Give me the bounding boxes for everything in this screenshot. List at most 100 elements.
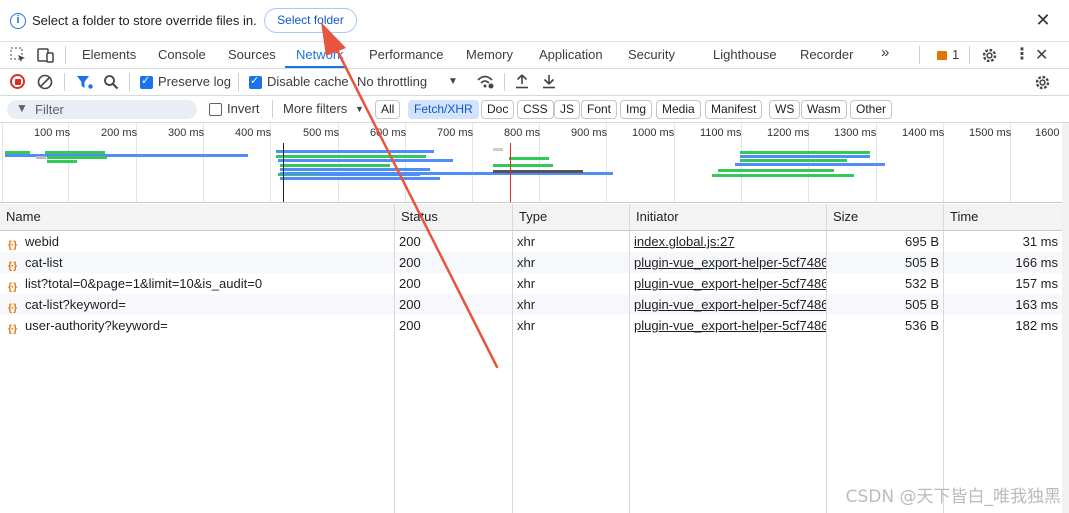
timeline-bar bbox=[280, 177, 440, 180]
divider bbox=[272, 100, 273, 118]
tick-label: 1300 ms bbox=[834, 127, 877, 139]
tab-console[interactable]: Console bbox=[158, 47, 206, 62]
dom-content-loaded-marker bbox=[283, 143, 284, 202]
timeline-bar bbox=[276, 155, 426, 158]
table-row[interactable]: {·} user-authority?keyword= 200 xhr plug… bbox=[0, 315, 1062, 336]
inspect-element-icon[interactable] bbox=[10, 47, 27, 64]
disable-cache-label[interactable]: Disable cache bbox=[267, 74, 349, 89]
divider bbox=[969, 46, 970, 64]
timeline-bar bbox=[36, 156, 46, 159]
column-divider[interactable] bbox=[943, 204, 944, 513]
upload-har-icon[interactable] bbox=[514, 73, 530, 90]
invert-checkbox[interactable] bbox=[209, 103, 222, 116]
select-folder-button[interactable]: Select folder bbox=[264, 8, 357, 33]
chip-ws[interactable]: WS bbox=[769, 100, 801, 119]
clear-icon[interactable] bbox=[37, 74, 53, 90]
invert-label[interactable]: Invert bbox=[227, 101, 260, 116]
more-tabs-button[interactable]: » bbox=[881, 44, 889, 61]
issues-count[interactable]: 1 bbox=[952, 47, 959, 62]
close-icon[interactable]: ✕ bbox=[1035, 45, 1048, 65]
chip-manifest[interactable]: Manifest bbox=[705, 100, 763, 119]
gear-icon[interactable] bbox=[981, 47, 998, 64]
close-icon[interactable]: ✕ bbox=[1034, 10, 1052, 30]
chip-fetch-xhr[interactable]: Fetch/XHR bbox=[408, 100, 479, 119]
divider bbox=[504, 73, 505, 91]
request-size: 695 B bbox=[905, 234, 939, 249]
request-time: 163 ms bbox=[1015, 297, 1058, 312]
preserve-log-checkbox[interactable] bbox=[140, 74, 153, 89]
column-header-time[interactable]: Time bbox=[944, 204, 1062, 231]
request-type: xhr bbox=[517, 297, 536, 312]
table-row[interactable]: {·} cat-list 200 xhr plugin-vue_export-h… bbox=[0, 252, 1062, 273]
chip-doc[interactable]: Doc bbox=[481, 100, 515, 119]
preserve-log-label[interactable]: Preserve log bbox=[158, 74, 231, 89]
throttling-select[interactable]: No throttling bbox=[357, 74, 427, 89]
column-divider[interactable] bbox=[394, 204, 395, 513]
gear-icon[interactable] bbox=[1034, 74, 1051, 91]
request-initiator-link[interactable]: plugin-vue_export-helper-5cf7486 bbox=[634, 273, 826, 294]
timeline-bar bbox=[493, 148, 503, 151]
table-row[interactable]: {·} cat-list?keyword= 200 xhr plugin-vue… bbox=[0, 294, 1062, 315]
tab-performance[interactable]: Performance bbox=[369, 47, 443, 62]
tab-network[interactable]: Network bbox=[296, 47, 344, 62]
divider bbox=[238, 73, 239, 91]
timeline-bar bbox=[47, 156, 107, 159]
column-header-initiator[interactable]: Initiator bbox=[630, 204, 827, 231]
column-header-size[interactable]: Size bbox=[827, 204, 944, 231]
chip-other[interactable]: Other bbox=[850, 100, 893, 119]
devtools-tab-bar: Elements Console Sources Network Perform… bbox=[0, 42, 1069, 69]
network-conditions-icon[interactable] bbox=[476, 73, 494, 90]
record-stop-icon[interactable] bbox=[10, 74, 25, 89]
tick-label: 1600 bbox=[1035, 127, 1060, 139]
table-row[interactable]: {·} list?total=0&page=1&limit=10&is_audi… bbox=[0, 273, 1062, 294]
chip-js[interactable]: JS bbox=[554, 100, 581, 119]
request-status: 200 bbox=[399, 318, 421, 333]
kebab-menu-icon[interactable]: ⋮ bbox=[1014, 46, 1030, 64]
tab-sources[interactable]: Sources bbox=[228, 47, 276, 62]
tab-elements[interactable]: Elements bbox=[82, 47, 136, 62]
column-divider[interactable] bbox=[512, 204, 513, 513]
request-name: list?total=0&page=1&limit=10&is_audit=0 bbox=[25, 276, 263, 291]
timeline-bar bbox=[278, 159, 453, 162]
issues-icon[interactable] bbox=[937, 51, 947, 60]
search-icon[interactable] bbox=[103, 74, 119, 90]
network-overview-timeline[interactable]: 100 ms 200 ms 300 ms 400 ms 500 ms 600 m… bbox=[0, 123, 1069, 203]
request-name: webid bbox=[25, 234, 59, 249]
info-message: Select a folder to store override files … bbox=[32, 13, 257, 28]
tab-lighthouse[interactable]: Lighthouse bbox=[713, 47, 777, 62]
request-initiator-link[interactable]: plugin-vue_export-helper-5cf7486 bbox=[634, 315, 826, 336]
filter-input[interactable]: ▼ Filter bbox=[7, 100, 197, 119]
more-filters-button[interactable]: More filters bbox=[283, 101, 347, 116]
chip-css[interactable]: CSS bbox=[517, 100, 554, 119]
tick-label: 800 ms bbox=[504, 127, 541, 139]
download-har-icon[interactable] bbox=[541, 73, 557, 90]
tab-recorder[interactable]: Recorder bbox=[800, 47, 853, 62]
request-initiator-link[interactable]: index.global.js:27 bbox=[634, 231, 826, 252]
device-toolbar-icon[interactable] bbox=[37, 47, 55, 64]
timeline-bar bbox=[740, 159, 847, 162]
tab-security[interactable]: Security bbox=[628, 47, 675, 62]
column-header-status[interactable]: Status bbox=[395, 204, 513, 231]
chip-wasm[interactable]: Wasm bbox=[801, 100, 847, 119]
chevron-down-icon[interactable]: ▼ bbox=[355, 104, 364, 114]
disable-cache-checkbox[interactable] bbox=[249, 74, 262, 89]
tab-application[interactable]: Application bbox=[539, 47, 603, 62]
request-initiator-link[interactable]: plugin-vue_export-helper-5cf7486 bbox=[634, 294, 826, 315]
chevron-down-icon[interactable]: ▼ bbox=[448, 76, 458, 87]
column-header-name[interactable]: Name bbox=[0, 204, 395, 231]
chip-all[interactable]: All bbox=[375, 100, 401, 119]
tab-memory[interactable]: Memory bbox=[466, 47, 513, 62]
column-divider[interactable] bbox=[826, 204, 827, 513]
vertical-scrollbar[interactable] bbox=[1062, 123, 1069, 513]
xhr-icon: {·} bbox=[8, 324, 17, 335]
column-divider[interactable] bbox=[629, 204, 630, 513]
chip-img[interactable]: Img bbox=[620, 100, 653, 119]
tick-label: 1400 ms bbox=[902, 127, 945, 139]
request-initiator-link[interactable]: plugin-vue_export-helper-5cf7486 bbox=[634, 252, 826, 273]
filter-funnel-icon[interactable] bbox=[76, 74, 94, 90]
chip-media[interactable]: Media bbox=[656, 100, 701, 119]
chip-font[interactable]: Font bbox=[581, 100, 618, 119]
load-event-marker bbox=[510, 143, 511, 202]
table-row[interactable]: {·} webid 200 xhr index.global.js:27 695… bbox=[0, 231, 1062, 252]
column-header-type[interactable]: Type bbox=[513, 204, 630, 231]
